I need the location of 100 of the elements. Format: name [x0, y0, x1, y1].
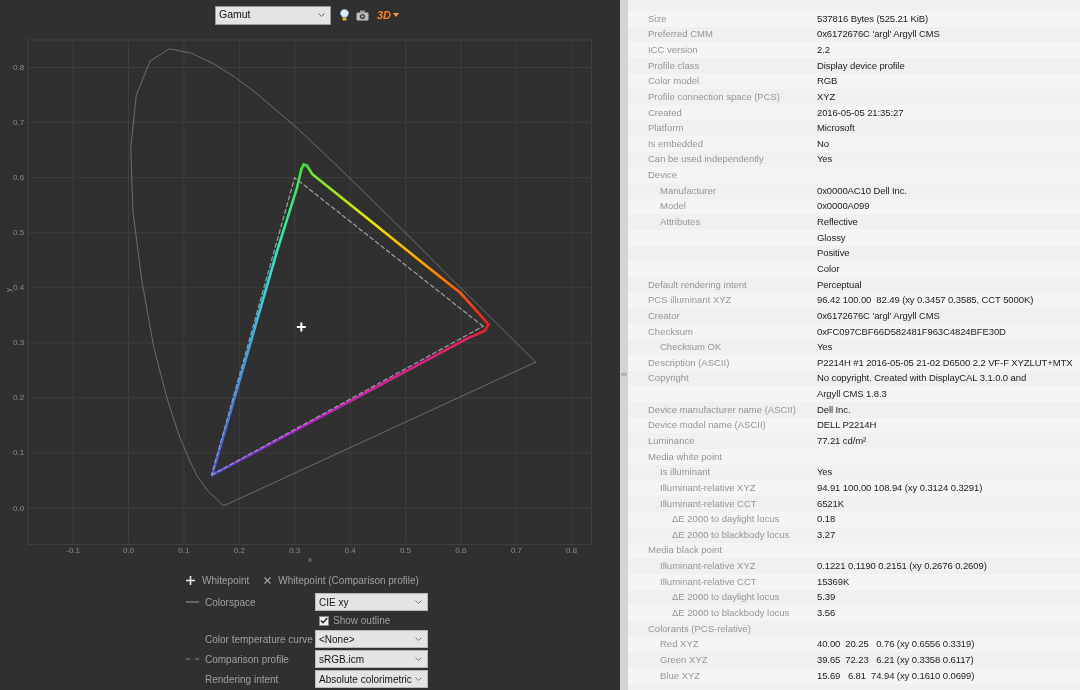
property-label: Size — [648, 12, 667, 24]
property-value: 96.42 100.00 82.49 (xy 0.3457 0.3585, CCT 5000K) — [817, 293, 1034, 308]
tick-label: 0.2 — [13, 393, 25, 403]
property-value: 15369K — [817, 574, 850, 589]
field-label: Rendering intent — [205, 672, 279, 687]
tick-label: 0.1 — [13, 448, 25, 458]
tick-label: 0.7 — [510, 546, 522, 555]
property-label: Profile class — [648, 59, 700, 71]
property-value: Reflective — [817, 215, 858, 229]
tick-label: -0.1 — [66, 546, 80, 555]
property-value: 0xFC097CBF66D582481F963C4824BFE30D — [817, 324, 1006, 339]
property-label: Manufacturer — [660, 184, 716, 196]
property-value: 2.2 — [817, 42, 830, 57]
property-value: Glossy — [817, 230, 846, 245]
property-value: 0.18 — [817, 512, 836, 527]
property-value: 94.91 100.00 108.94 (xy 0.3124 0.3291) — [817, 480, 983, 495]
property-value: 39.65 72.23 6.21 (xy 0.3358 0.6117) — [817, 652, 974, 667]
tick-label: 0.3 — [289, 546, 301, 555]
checkbox-label: Show outline — [333, 614, 391, 628]
property-label: ICC version — [648, 43, 698, 55]
property-label: Device manufacturer name (ASCII) — [648, 403, 796, 415]
property-value: XYZ — [817, 89, 836, 104]
property-label: Red XYZ — [660, 638, 699, 650]
property-label: Device model name (ASCII) — [648, 419, 766, 431]
property-value: 3.56 — [817, 606, 836, 621]
property-value: Yes — [817, 340, 833, 355]
axis-label: x — [308, 555, 312, 564]
legend-label: Whitepoint (Comparison profile) — [278, 573, 419, 588]
property-value: Yes — [817, 465, 833, 480]
property-label: Is embedded — [648, 137, 703, 149]
property-value: P2214H #1 2016-05-05 21-02 D6500 2.2 VF-F XYZLUT+MTX — [817, 355, 1073, 370]
property-value: 40.00 20.25 0.76 (xy 0.6556 0.3319) — [817, 637, 975, 652]
property-label: Copyright — [648, 372, 689, 384]
property-label: Illuminant-relative XYZ — [660, 481, 756, 493]
property-value: Perceptual — [817, 277, 862, 292]
tick-label: 0.3 — [13, 338, 25, 348]
property-value: RGB — [817, 74, 838, 89]
property-label: ΔE 2000 to blackbody locus — [672, 528, 790, 540]
property-value: 537816 Bytes (525.21 KiB) — [817, 11, 929, 26]
tick-label: 0.4 — [13, 283, 25, 293]
property-value: 0x6172676C 'argl' Argyll CMS — [817, 308, 940, 323]
property-value: 6521K — [817, 496, 844, 511]
property-label: Description (ASCII) — [648, 356, 730, 368]
tick-label: 0.5 — [399, 546, 412, 555]
property-label: ΔE 2000 to daylight locus — [672, 513, 780, 525]
property-value: Color — [817, 261, 840, 276]
tick-label: 0.0 — [13, 503, 25, 513]
axis-label: y — [4, 288, 13, 292]
tick-label: 0.2 — [233, 546, 245, 555]
property-value: DELL P2214H — [817, 418, 877, 433]
property-label: Green XYZ — [660, 653, 708, 665]
property-value: 15.69 6.81 74.94 (xy 0.1610 0.0699) — [817, 668, 975, 683]
property-label: Can be used independently — [648, 153, 764, 165]
property-label: Profile connection space (PCS) — [648, 90, 780, 102]
property-label: Attributes — [660, 216, 701, 227]
property-label: Illuminant-relative XYZ — [660, 560, 756, 572]
property-value: 0x0000AC10 Dell Inc. — [817, 183, 907, 198]
property-label: Colorants (PCS-relative) — [648, 622, 751, 634]
property-value: 5.39 — [817, 590, 836, 605]
tick-label: 0.8 — [566, 546, 578, 555]
property-value: No — [817, 136, 829, 151]
tick-label: 0.5 — [13, 228, 25, 238]
property-label: Illuminant-relative CCT — [660, 575, 757, 587]
property-label: Checksum OK — [660, 341, 722, 353]
property-value: Microsoft — [817, 121, 855, 136]
property-label: Created — [648, 106, 682, 118]
tick-label: 0.7 — [13, 118, 25, 128]
property-value: Yes — [817, 152, 833, 167]
property-label: Is illuminant — [660, 466, 711, 478]
tick-label: 0.8 — [13, 63, 25, 73]
property-label: Media black point — [648, 544, 722, 556]
property-label: Default rendering intent — [648, 278, 747, 290]
field-label: Color temperature curve — [205, 632, 313, 647]
property-value: 0x6172676C 'argl' Argyll CMS — [817, 27, 940, 42]
tick-label: 0.0 — [122, 546, 135, 555]
property-value: Display device profile — [817, 58, 905, 73]
tick-label: 0.1 — [178, 546, 190, 555]
property-label: Device — [648, 169, 678, 181]
legend-label: Whitepoint — [202, 573, 250, 588]
property-label: Creator — [648, 309, 680, 321]
property-value: Argyll CMS 1.8.3 — [817, 387, 887, 402]
property-label: Blue XYZ — [660, 669, 701, 681]
property-value: Dell Inc. — [817, 402, 851, 417]
property-label: Checksum — [648, 325, 693, 337]
property-label: Preferred CMM — [648, 28, 713, 40]
tick-label: 0.6 — [13, 173, 25, 183]
property-label: ΔE 2000 to daylight locus — [672, 591, 780, 603]
property-label: ΔE 2000 to blackbody locus — [672, 607, 790, 619]
property-label: Platform — [648, 122, 684, 134]
property-label: Illuminant-relative CCT — [660, 497, 757, 509]
property-label: Luminance — [648, 435, 695, 446]
property-value: 2016-05-05 21:35:27 — [817, 105, 904, 120]
property-value: 3.27 — [817, 527, 836, 542]
property-label: Model — [660, 200, 686, 212]
field-label: Comparison profile — [205, 652, 289, 667]
property-value: 77.21 cd/m² — [817, 434, 867, 448]
property-value: 0.1221 0.1190 0.2151 (xy 0.2676 0.2609) — [817, 559, 987, 574]
property-label: Media white point — [648, 450, 722, 462]
property-value: 0x0000A099 — [817, 199, 870, 214]
property-label: PCS illuminant XYZ — [648, 294, 732, 306]
